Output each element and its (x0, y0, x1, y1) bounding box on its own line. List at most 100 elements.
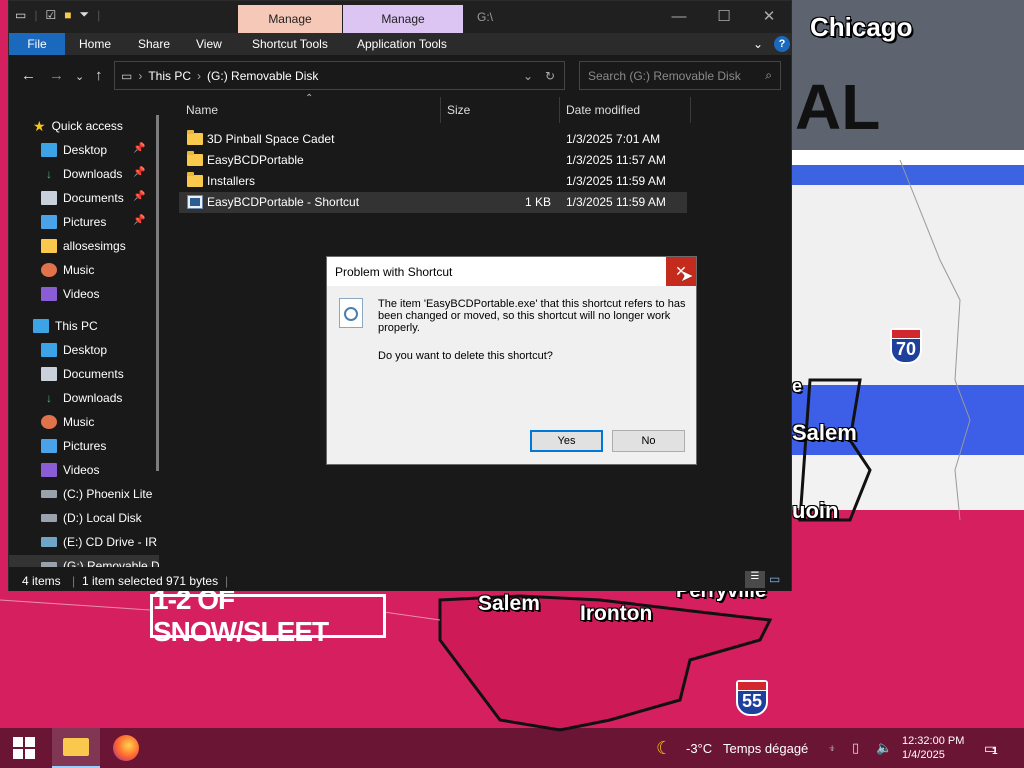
help-icon[interactable]: ? (774, 36, 790, 52)
pc-icon: ▭ (121, 68, 133, 83)
interstate-70-shield: 70 (890, 328, 922, 364)
nav-qa-videos[interactable]: Videos (41, 283, 159, 305)
dialog-question: Do you want to delete this shortcut? (378, 350, 553, 362)
customize-qat-icon[interactable]: ⏷ (79, 7, 89, 22)
mouse-cursor-icon: ➤ (680, 268, 694, 285)
nav-drive-e[interactable]: (E:) CD Drive - IR (41, 531, 159, 553)
tab-view[interactable]: View (196, 33, 222, 55)
notification-count: 1 (992, 745, 998, 757)
properties-icon[interactable]: ☑ (45, 8, 56, 22)
tab-share[interactable]: Share (138, 33, 170, 55)
no-button[interactable]: No (612, 430, 685, 452)
map-snow-label: 1-2 OF SNOW/SLEET (150, 584, 386, 647)
nav-drive-c[interactable]: (C:) Phoenix Lite (41, 483, 159, 505)
folder-icon (41, 239, 57, 253)
file-row[interactable]: EasyBCDPortable 1/3/2025 11:57 AM (179, 150, 687, 171)
nav-pc-pictures[interactable]: Pictures (41, 435, 159, 457)
file-date: 1/3/2025 11:59 AM (566, 174, 666, 188)
map-city-partial: e (792, 376, 803, 396)
refresh-icon[interactable]: ↻ (545, 69, 555, 83)
volume-icon[interactable]: 🔈 (876, 728, 892, 768)
map-city-partial-2: uoin (792, 498, 839, 523)
taskbar-firefox[interactable] (104, 728, 148, 768)
download-icon: ↓ (46, 391, 52, 405)
navigation-bar: ← → ⌄ ↑ ▭ › This PC › (G:) Removable Dis… (9, 57, 791, 95)
nav-qa-music[interactable]: Music (41, 259, 159, 281)
navigation-pane: ★ Quick access Desktop 📌 ↓ Downloads 📌 Do… (9, 95, 159, 567)
file-row-selected[interactable]: EasyBCDPortable - Shortcut 1 KB 1/3/2025… (179, 192, 687, 213)
nav-drive-d[interactable]: (D:) Local Disk (41, 507, 159, 529)
pictures-icon (41, 215, 57, 229)
file-name: 3D Pinball Space Cadet (207, 132, 335, 146)
desktop-icon (41, 143, 57, 157)
tab-file[interactable]: File (9, 33, 65, 55)
nav-drive-g[interactable]: (G:) Removable Di (9, 555, 159, 567)
nav-pc-downloads[interactable]: ↓ Downloads (41, 387, 159, 409)
map-city-ironton: Ironton (580, 602, 653, 625)
expand-ribbon-icon[interactable]: ⌄ (753, 33, 763, 55)
dialog-title: Problem with Shortcut (335, 265, 453, 279)
pictures-icon (41, 439, 57, 453)
address-bar[interactable]: ▭ › This PC › (G:) Removable Disk ⌄ ↻ (114, 61, 565, 90)
dialog-body: The item 'EasyBCDPortable.exe' that this… (327, 286, 696, 464)
nav-scrollbar[interactable] (156, 115, 159, 471)
file-row[interactable]: 3D Pinball Space Cadet 1/3/2025 7:01 AM (179, 129, 687, 150)
tab-manage-shortcut[interactable]: Manage (238, 5, 342, 33)
breadcrumb-drive[interactable]: (G:) Removable Disk (207, 69, 318, 83)
large-icons-view-icon[interactable]: ▭ (769, 572, 780, 586)
close-button[interactable]: ✕ (746, 1, 792, 31)
new-folder-icon[interactable]: ■ (64, 8, 71, 22)
recent-locations-icon[interactable]: ⌄ (75, 70, 84, 83)
nav-qa-allosesimgs[interactable]: allosesimgs (41, 235, 159, 257)
missing-file-icon (339, 298, 363, 328)
pin-icon[interactable]: 📌 (133, 215, 145, 226)
maximize-button[interactable]: ☐ (701, 1, 747, 31)
file-name: Installers (207, 174, 256, 188)
tab-manage-application[interactable]: Manage (343, 5, 463, 33)
nav-pc-desktop[interactable]: Desktop (41, 339, 159, 361)
file-row[interactable]: Installers 1/3/2025 11:59 AM (179, 171, 687, 192)
taskbar-file-explorer[interactable] (52, 728, 100, 768)
tab-application-tools[interactable]: Application Tools (357, 33, 447, 55)
pin-icon[interactable]: 📌 (133, 143, 145, 154)
folder-icon (187, 130, 203, 145)
pin-icon[interactable]: 📌 (133, 167, 145, 178)
back-arrow-icon[interactable]: ← (21, 67, 36, 84)
nav-pc-documents[interactable]: Documents (41, 363, 159, 385)
tab-home[interactable]: Home (79, 33, 111, 55)
column-name[interactable]: Name (186, 97, 218, 123)
music-icon (41, 263, 57, 277)
yes-button[interactable]: Yes (530, 430, 603, 452)
videos-icon (41, 463, 57, 477)
pin-icon[interactable]: 📌 (133, 191, 145, 202)
moon-weather-icon[interactable]: ☾ (656, 728, 672, 768)
notification-center-icon[interactable]: ▭ 1 (984, 728, 998, 768)
up-arrow-icon[interactable]: ↑ (95, 67, 103, 84)
nav-pc-music[interactable]: Music (41, 411, 159, 433)
address-dropdown-icon[interactable]: ⌄ (523, 69, 533, 83)
column-date-modified[interactable]: Date modified (566, 97, 640, 123)
nav-pc-videos[interactable]: Videos (41, 459, 159, 481)
search-input[interactable]: Search (G:) Removable Disk ⌕ (579, 61, 781, 90)
clock-time: 12:32:00 PM (902, 735, 965, 747)
minimize-button[interactable]: — (656, 1, 702, 31)
nav-this-pc[interactable]: This PC (33, 315, 159, 337)
documents-icon (41, 191, 57, 205)
quick-access-toolbar: ▭ | ☑ ■ ⏷ | (15, 7, 101, 22)
nav-quick-access[interactable]: ★ Quick access (33, 115, 159, 137)
videos-icon (41, 287, 57, 301)
details-view-icon[interactable]: ☰ (745, 571, 765, 588)
clock[interactable]: 12:32:00 PM 1/4/2025 (902, 728, 964, 768)
network-icon[interactable]: ▯ (852, 728, 859, 768)
title-bar: ▭ | ☑ ■ ⏷ | Manage Manage G:\ — ☐ ✕ (9, 1, 791, 33)
forward-arrow-icon[interactable]: → (49, 67, 64, 84)
weather-description[interactable]: Temps dégagé (723, 728, 808, 768)
start-button[interactable] (0, 728, 48, 768)
tab-shortcut-tools[interactable]: Shortcut Tools (252, 33, 328, 55)
usb-icon[interactable]: ⍖ (828, 728, 836, 768)
column-size[interactable]: Size (447, 97, 470, 123)
weather-temperature[interactable]: -3°C (686, 728, 712, 768)
file-size: 1 KB (524, 195, 551, 209)
interstate-55-shield: 55 (736, 680, 768, 716)
breadcrumb-this-pc[interactable]: This PC (148, 69, 191, 83)
